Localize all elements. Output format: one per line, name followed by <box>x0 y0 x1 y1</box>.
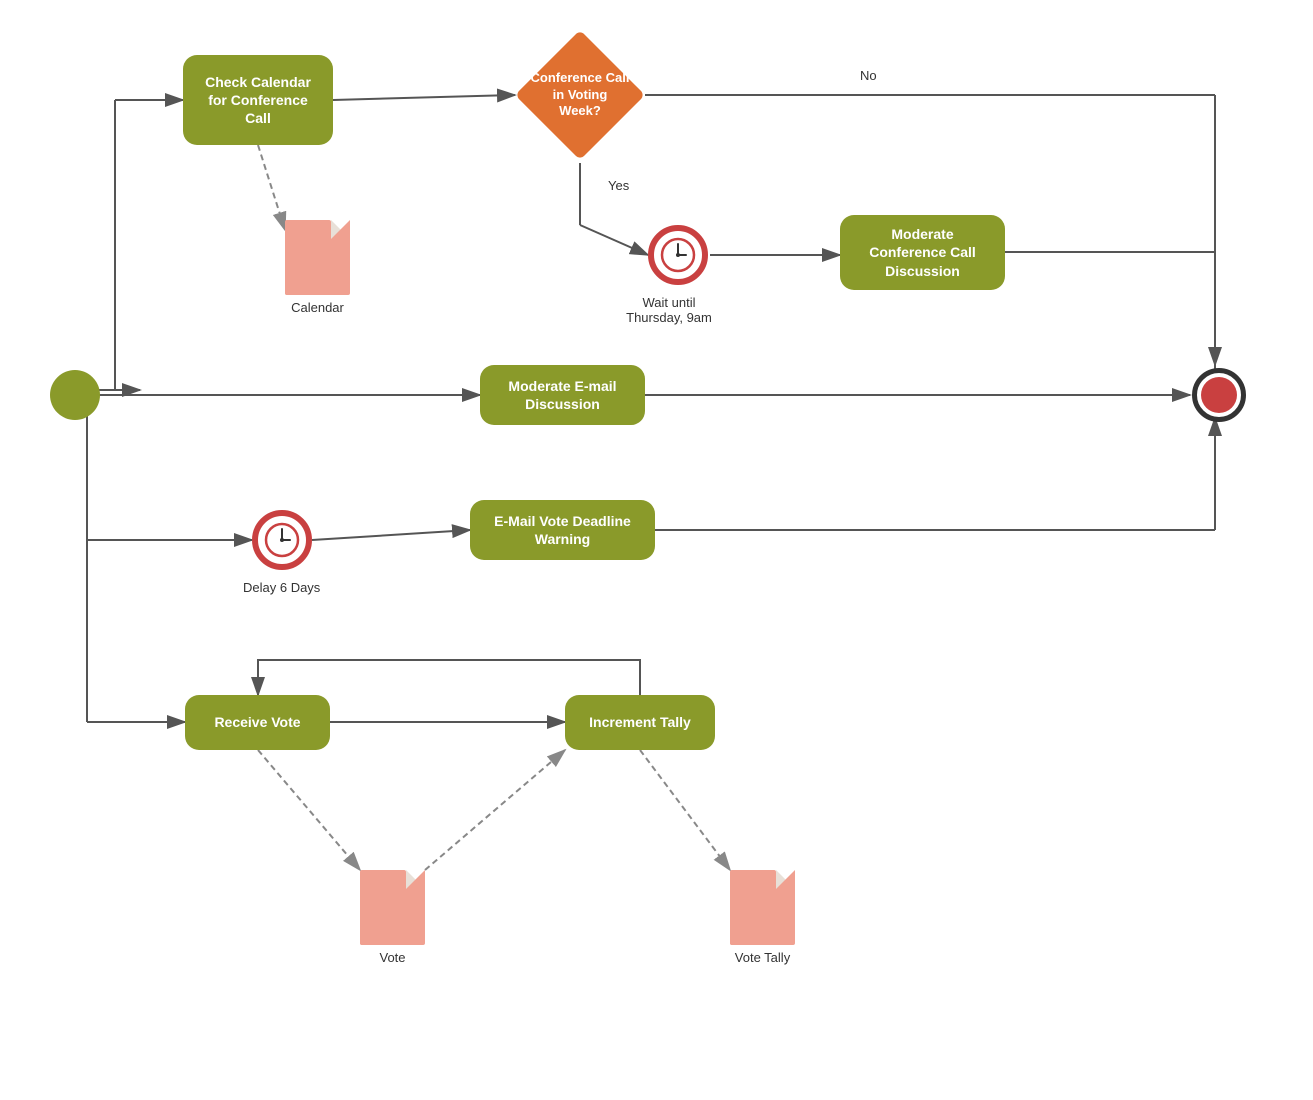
check-calendar-label: Check Calendar for Conference Call <box>183 55 333 145</box>
increment-tally-label: Increment Tally <box>565 695 715 750</box>
receive-vote-label: Receive Vote <box>185 695 330 750</box>
vote-label: Vote <box>379 950 405 965</box>
conference-call-decision-node: Conference Callin VotingWeek? <box>515 30 645 160</box>
conference-call-label: Conference Callin VotingWeek? <box>515 30 645 160</box>
wait-thursday-label: Wait untilThursday, 9am <box>624 295 714 325</box>
email-vote-deadline-label: E-Mail Vote DeadlineWarning <box>470 500 655 560</box>
email-vote-deadline-node: E-Mail Vote DeadlineWarning <box>470 500 655 560</box>
vote-tally-label: Vote Tally <box>735 950 790 965</box>
flowchart-diagram: Check Calendar for Conference Call Confe… <box>0 0 1313 1100</box>
vote-doc-node: Vote <box>360 870 425 965</box>
check-calendar-node: Check Calendar for Conference Call <box>183 55 333 145</box>
moderate-email-label: Moderate E-mailDiscussion <box>480 365 645 425</box>
yes-label: Yes <box>608 178 629 193</box>
wait-thursday-node <box>648 225 708 285</box>
moderate-conference-node: ModerateConference CallDiscussion <box>840 215 1005 290</box>
moderate-email-node: Moderate E-mailDiscussion <box>480 365 645 425</box>
increment-tally-node: Increment Tally <box>565 695 715 750</box>
no-label: No <box>860 68 877 83</box>
vote-tally-doc-node: Vote Tally <box>730 870 795 965</box>
moderate-conference-label: ModerateConference CallDiscussion <box>840 215 1005 290</box>
delay-6-days-node <box>252 510 312 570</box>
delay-6-days-label: Delay 6 Days <box>243 580 320 595</box>
end-node <box>1192 368 1246 422</box>
receive-vote-node: Receive Vote <box>185 695 330 750</box>
start-circle <box>50 370 100 420</box>
connections-svg <box>0 0 1313 1100</box>
calendar-label: Calendar <box>291 300 344 315</box>
start-node <box>50 370 100 420</box>
calendar-doc-node: Calendar <box>285 220 350 315</box>
